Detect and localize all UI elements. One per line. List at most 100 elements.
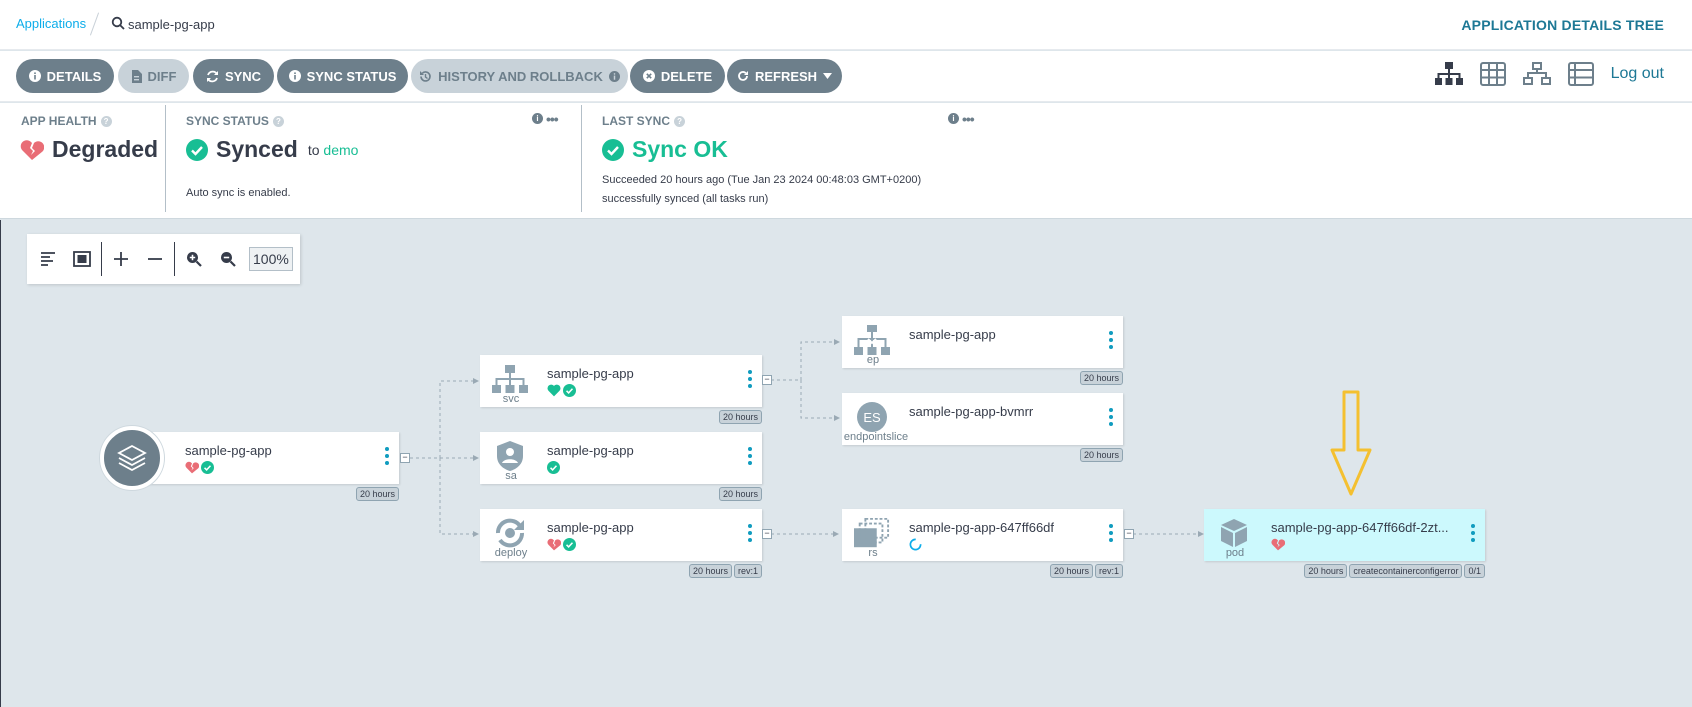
app-health-value: Degraded: [20, 136, 158, 163]
collapse-toggle[interactable]: −: [1124, 529, 1134, 539]
history-rollback-label: HISTORY AND ROLLBACK: [438, 68, 603, 84]
node-kind: deploy: [494, 547, 528, 559]
age-tag: 20 hours: [688, 564, 732, 578]
node-menu-icon[interactable]: [748, 370, 752, 388]
network-view-icon[interactable]: [1522, 60, 1551, 88]
collapse-all-icon[interactable]: [138, 242, 172, 276]
age-tag: 20 hours: [1079, 371, 1123, 385]
node-tags: 20 hours: [1079, 448, 1123, 462]
node-menu-icon[interactable]: [1109, 524, 1113, 542]
age-tag: 20 hours: [355, 487, 399, 501]
node-menu-icon[interactable]: [1471, 524, 1475, 542]
app-node[interactable]: sample-pg-app 20 hours: [140, 432, 399, 501]
collapse-toggle[interactable]: −: [762, 529, 772, 539]
sync-status-heading-text: SYNC STATUS: [186, 114, 269, 128]
help-icon[interactable]: ?: [674, 115, 686, 127]
es-badge: ES: [857, 402, 887, 432]
logout-link[interactable]: Log out: [1611, 65, 1664, 83]
broken-heart-icon: [185, 461, 199, 474]
refresh-icon: [738, 71, 748, 81]
divider: [165, 105, 166, 212]
help-icon[interactable]: ?: [100, 115, 112, 127]
last-sync-more-button[interactable]: i •••: [948, 110, 975, 127]
service-account-icon: [492, 440, 528, 472]
close-circle-icon: [642, 70, 655, 82]
pods-grid-view-icon[interactable]: [1479, 60, 1507, 88]
delete-button[interactable]: DELETE: [630, 59, 725, 93]
progressing-spinner-icon: [909, 538, 922, 551]
app-health-heading: APP HEALTH ?: [21, 114, 112, 128]
age-tag: 20 hours: [1304, 564, 1348, 578]
divider: [581, 105, 582, 212]
sync-status-text: Synced: [216, 136, 298, 162]
node-name: sample-pg-app: [547, 366, 634, 381]
age-tag: 20 hours: [1049, 564, 1093, 578]
list-view-icon[interactable]: [1567, 60, 1595, 88]
collapse-toggle[interactable]: −: [400, 453, 410, 463]
pod-node[interactable]: pod sample-pg-app-647ff66df-2zt... 20 ho…: [1204, 509, 1485, 578]
sa-node[interactable]: sa sample-pg-app 20 hours: [480, 432, 762, 501]
tree-view-icon[interactable]: [1434, 60, 1463, 88]
toolbar: DETAILS DIFF SYNC SYNC STATUS HISTORY AN…: [0, 51, 1692, 102]
last-sync-time: Succeeded 20 hours ago (Tue Jan 23 2024 …: [602, 174, 922, 186]
sync-status-value: Synced to demo: [186, 136, 358, 163]
refresh-label: REFRESH: [754, 68, 818, 84]
node-name: sample-pg-app-bvmrr: [909, 404, 1034, 419]
sync-target-revision[interactable]: demo: [323, 142, 358, 158]
info-icon: [608, 70, 620, 82]
replicaset-icon: [854, 517, 890, 549]
deploy-node[interactable]: deploy sample-pg-app 20 hours rev:1: [480, 509, 762, 578]
zoom-out-icon[interactable]: [211, 242, 245, 276]
node-menu-icon[interactable]: [748, 447, 752, 465]
fit-screen-icon[interactable]: [65, 242, 99, 276]
endpointslice-node[interactable]: ES endpointslice sample-pg-app-bvmrr 20 …: [842, 393, 1123, 462]
refresh-button[interactable]: REFRESH: [727, 59, 842, 93]
node-name: sample-pg-app: [547, 520, 634, 535]
zoom-level: 100%: [249, 247, 293, 271]
node-status-icons: [547, 538, 576, 551]
node-name: sample-pg-app: [185, 443, 272, 458]
last-sync-heading-text: LAST SYNC: [602, 114, 671, 128]
sync-button[interactable]: SYNC: [193, 59, 274, 93]
ep-node[interactable]: ep sample-pg-app 20 hours: [842, 316, 1123, 385]
align-left-icon[interactable]: [31, 242, 65, 276]
node-status-icons: [909, 538, 922, 551]
history-rollback-button[interactable]: HISTORY AND ROLLBACK: [411, 59, 628, 93]
collapse-toggle[interactable]: −: [762, 375, 772, 385]
sync-status-more-button[interactable]: i •••: [532, 112, 559, 126]
node-menu-icon[interactable]: [385, 447, 389, 465]
help-icon[interactable]: ?: [272, 115, 284, 127]
node-menu-icon[interactable]: [748, 524, 752, 542]
check-circle-icon: [547, 461, 560, 474]
diff-button[interactable]: DIFF: [118, 59, 189, 93]
node-kind: rs: [868, 547, 878, 559]
node-menu-icon[interactable]: [1109, 408, 1113, 426]
breadcrumb-applications-link[interactable]: Applications: [16, 16, 86, 31]
node-status-icons: [547, 384, 576, 397]
expand-all-icon[interactable]: [104, 242, 138, 276]
broken-heart-icon: [547, 538, 561, 551]
sync-status-button[interactable]: SYNC STATUS: [277, 59, 408, 93]
breadcrumb-current-app[interactable]: sample-pg-app: [128, 17, 215, 32]
node-name: sample-pg-app-647ff66df: [909, 520, 1055, 535]
rs-node[interactable]: rs sample-pg-app-647ff66df 20 hours rev:…: [842, 509, 1123, 578]
last-sync-value: Sync OK: [602, 136, 728, 163]
more-icon: •••: [962, 110, 975, 127]
history-icon: [420, 70, 431, 82]
node-kind: pod: [1225, 547, 1245, 559]
details-button[interactable]: DETAILS: [16, 59, 114, 93]
zoom-in-icon[interactable]: [177, 242, 211, 276]
delete-label: DELETE: [660, 68, 713, 84]
node-menu-icon[interactable]: [1109, 331, 1113, 349]
sync-target-to: to: [307, 141, 320, 158]
node-tags: 20 hours rev:1: [1049, 564, 1123, 578]
node-kind: sa: [505, 470, 517, 482]
left-border: [0, 220, 1, 707]
sync-icon: [206, 70, 218, 82]
svc-node[interactable]: svc sample-pg-app 20 hours: [480, 355, 762, 424]
app-health-text: Degraded: [52, 136, 159, 162]
node-tags: 20 hours: [718, 410, 762, 424]
node-name: sample-pg-app: [547, 443, 634, 458]
last-sync-heading: LAST SYNC ?: [602, 114, 686, 128]
node-name: sample-pg-app-647ff66df-2zt...: [1271, 520, 1449, 535]
